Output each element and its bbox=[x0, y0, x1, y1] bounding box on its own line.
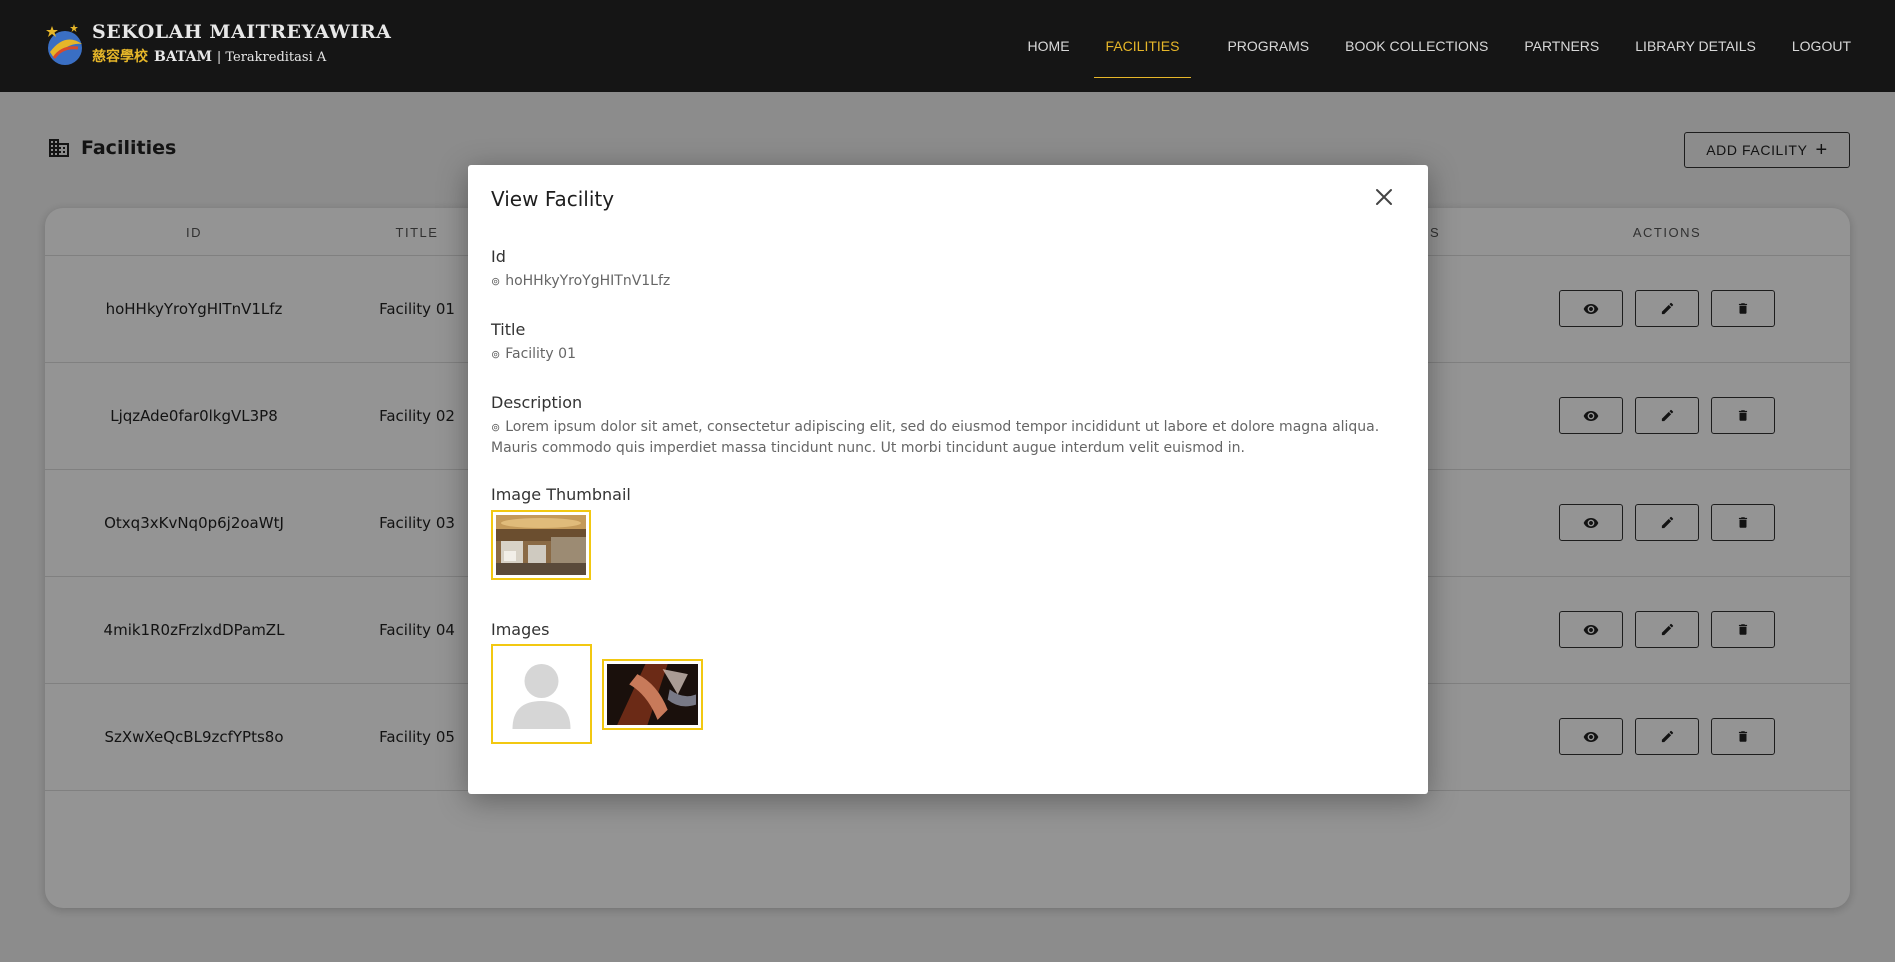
nav-library-details[interactable]: LIBRARY DETAILS bbox=[1635, 14, 1756, 78]
logo-cjk-name: 慈容學校 bbox=[92, 49, 148, 65]
circle-bullet-icon: ⊚ bbox=[491, 421, 501, 434]
nav-home[interactable]: HOME bbox=[1028, 14, 1070, 78]
nav-logout[interactable]: LOGOUT bbox=[1792, 14, 1851, 78]
images-label: Images bbox=[491, 620, 550, 639]
nav-book-collections[interactable]: BOOK COLLECTIONS bbox=[1345, 14, 1488, 78]
id-value-row: ⊚ hoHHkyYroYgHITnV1Lfz bbox=[491, 271, 670, 292]
description-value-row: ⊚ Lorem ipsum dolor sit amet, consectetur… bbox=[491, 417, 1391, 458]
dialog-title: View Facility bbox=[491, 187, 615, 211]
top-navbar: SEKOLAH MAITREYAWIRA 慈容學校 BATAM | Terakre… bbox=[0, 0, 1895, 92]
logo-city: BATAM bbox=[154, 49, 212, 65]
description-value: Lorem ipsum dolor sit amet, consectetur … bbox=[491, 419, 1380, 456]
close-icon[interactable] bbox=[1373, 186, 1395, 208]
thumbnail-image[interactable] bbox=[491, 510, 591, 580]
title-value-row: ⊚ Facility 01 bbox=[491, 344, 576, 365]
facility-image[interactable] bbox=[602, 659, 703, 730]
school-emblem-icon bbox=[46, 24, 82, 65]
id-value: hoHHkyYroYgHITnV1Lfz bbox=[505, 273, 671, 289]
nav-partners[interactable]: PARTNERS bbox=[1524, 14, 1599, 78]
hall-photo-image bbox=[607, 664, 698, 725]
circle-bullet-icon: ⊚ bbox=[491, 348, 501, 361]
circle-bullet-icon: ⊚ bbox=[491, 275, 501, 288]
id-label: Id bbox=[491, 247, 506, 266]
thumbnail-label: Image Thumbnail bbox=[491, 485, 631, 504]
logo-school-name: SEKOLAH MAITREYAWIRA bbox=[92, 21, 392, 43]
title-label: Title bbox=[491, 320, 526, 339]
description-label: Description bbox=[491, 393, 583, 412]
view-facility-dialog: View Facility Id ⊚ hoHHkyYroYgHITnV1Lfz T… bbox=[468, 165, 1428, 794]
image-placeholder[interactable] bbox=[491, 644, 592, 744]
main-nav: HOME FACILITIES PROGRAMS BOOK COLLECTION… bbox=[992, 0, 1851, 92]
school-logo[interactable]: SEKOLAH MAITREYAWIRA 慈容學校 BATAM | Terakre… bbox=[44, 20, 391, 70]
logo-subline: 慈容學校 BATAM | Terakreditasi A bbox=[92, 46, 326, 66]
nav-programs[interactable]: PROGRAMS bbox=[1227, 14, 1309, 78]
user-avatar-placeholder-icon bbox=[496, 649, 587, 739]
title-value: Facility 01 bbox=[505, 346, 576, 362]
nav-facilities[interactable]: FACILITIES bbox=[1093, 14, 1192, 78]
logo-accreditation: | Terakreditasi A bbox=[216, 50, 327, 65]
library-interior-image bbox=[496, 515, 586, 575]
